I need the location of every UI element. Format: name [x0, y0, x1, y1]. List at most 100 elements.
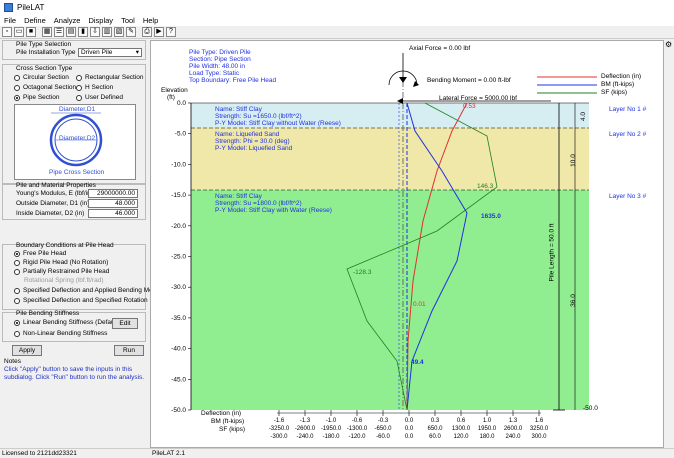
run-icon[interactable]: ▶: [154, 27, 164, 37]
y-tick-label: -15.0: [171, 192, 186, 199]
radio-icon: [14, 287, 20, 294]
cs-oct-label: Octagonal Section: [23, 84, 77, 91]
boundary-header: Boundary Conditions at Pile Head: [16, 242, 114, 249]
cs-user-radio[interactable]: User Defined: [76, 94, 123, 101]
legend-bm: BM (ft-kips): [601, 81, 635, 88]
cs-user-label: User Defined: [85, 94, 123, 101]
bend-nonlinear-label: Non-Linear Bending Stiffness: [23, 330, 108, 337]
radio-icon: [14, 268, 20, 275]
pile-icon[interactable]: ▮: [78, 27, 88, 37]
x-tick-label: 0.0: [405, 418, 414, 424]
menu-display[interactable]: Display: [84, 16, 117, 25]
radio-icon: [76, 74, 82, 81]
bend-linear-radio[interactable]: Linear Bending Stiffness (Default): [14, 319, 120, 326]
print-icon[interactable]: ⎙: [142, 27, 152, 37]
x-tick-label: 1.3: [509, 418, 518, 424]
pile-bottom-value: -50.0: [583, 405, 598, 412]
title-bar: PileLAT: [0, 0, 674, 14]
bm-low-annotation: 49.4: [411, 359, 424, 366]
bc-partial-radio[interactable]: Partially Restrained Pile Head: [14, 268, 109, 275]
table-icon[interactable]: ▤: [66, 27, 76, 37]
x-label-sf: SF (kips): [219, 426, 245, 433]
diagram-caption: Pipe Cross Section: [49, 169, 105, 176]
radio-icon: [14, 84, 20, 91]
pile-install-value: Driven Pile: [81, 49, 113, 56]
bend-nonlinear-radio[interactable]: Non-Linear Bending Stiffness: [14, 330, 107, 337]
menu-file[interactable]: File: [0, 16, 20, 25]
y-tick-label: -5.0: [175, 131, 187, 138]
cs-rect-label: Rectangular Section: [85, 74, 144, 81]
radio-icon: [14, 259, 20, 266]
settings-gear-icon[interactable]: ⚙: [665, 40, 672, 49]
pile-install-select[interactable]: Driven Pile ▾: [78, 48, 142, 57]
edit-button[interactable]: Edit: [112, 318, 138, 329]
cs-rect-radio[interactable]: Rectangular Section: [76, 74, 144, 81]
bc-rigid-label: Rigid Pile Head (No Rotation): [23, 259, 109, 266]
x-tick-label: 120.0: [453, 434, 469, 440]
layers-icon[interactable]: ☰: [54, 27, 64, 37]
outside-dia-input[interactable]: 48.000: [88, 199, 138, 208]
right-edge: ⚙: [664, 40, 674, 448]
pile-install-label: Pile Installation Type: [16, 49, 76, 56]
x-tick-label: 0.3: [431, 418, 440, 424]
radio-icon: [76, 84, 82, 91]
menu-bar: File Define Analyze Display Tool Help: [0, 14, 674, 26]
bc-free-radio[interactable]: Free Pile Head: [14, 250, 66, 257]
edit-icon[interactable]: ✎: [126, 27, 136, 37]
sf-neg-annotation: -128.3: [353, 269, 372, 276]
y-tick-label: 0.0: [177, 100, 186, 107]
axial-arrow-head: [399, 77, 407, 83]
radio-selected-icon: [14, 94, 20, 101]
save-icon[interactable]: ■: [26, 27, 36, 37]
open-file-icon[interactable]: ▭: [14, 27, 24, 37]
new-file-icon[interactable]: ▫: [2, 27, 12, 37]
cs-oct-radio[interactable]: Octagonal Section: [14, 84, 76, 91]
youngs-input[interactable]: 29000000.00: [88, 189, 138, 198]
top-defl-annotation: 0.53: [463, 103, 476, 110]
bc-spec-rot-radio[interactable]: Specified Deflection and Specified Rotat…: [14, 297, 148, 304]
soil-icon[interactable]: ▥: [102, 27, 112, 37]
menu-help[interactable]: Help: [139, 16, 162, 25]
menu-tool[interactable]: Tool: [117, 16, 139, 25]
y-tick-label: -40.0: [171, 346, 186, 353]
grid-icon[interactable]: ▦: [42, 27, 52, 37]
x-tick-label: -300.0: [270, 434, 288, 440]
info-boundary: Top Boundary: Free Pile Head: [189, 77, 277, 84]
x-tick-label: 0.6: [457, 418, 466, 424]
defl-annotation: 0.01: [413, 301, 426, 308]
diameter-d1-label: Diameter,D1: [59, 106, 96, 113]
menu-analyze[interactable]: Analyze: [50, 16, 85, 25]
info-section: Section: Pipe Section: [189, 56, 251, 63]
bc-spec-bm-radio[interactable]: Specified Deflection and Applied Bending…: [14, 287, 167, 294]
help-icon[interactable]: ?: [166, 27, 176, 37]
inside-dia-input[interactable]: 46.000: [88, 209, 138, 218]
outside-dia-label: Outside Diameter, D1 (in): [16, 200, 90, 207]
y-tick-label: -50.0: [171, 407, 186, 414]
y-tick-label: -45.0: [171, 376, 186, 383]
report-icon[interactable]: ▧: [114, 27, 124, 37]
radio-selected-icon: [14, 319, 20, 326]
sf-pos-annotation: 146.3: [477, 183, 494, 190]
youngs-label: Young's Modulus, E (lbf/in^2): [16, 190, 100, 197]
cross-section-header: Cross Section Type: [16, 65, 73, 72]
x-tick-label: 180.0: [479, 434, 495, 440]
run-button[interactable]: Run: [114, 345, 144, 356]
bc-rigid-radio[interactable]: Rigid Pile Head (No Rotation): [14, 259, 108, 266]
chevron-down-icon: ▾: [135, 49, 139, 56]
cs-pipe-radio[interactable]: Pipe Section: [14, 94, 60, 101]
axial-force-label: Axial Force = 0.00 lbf: [409, 45, 471, 52]
lateral-force-label: Lateral Force = 5000.00 lbf: [439, 95, 517, 102]
results-plot-panel: 0.0 -5.0 -10.0 -15.0 -20.0 -25.0 -30.0 -35.0 -40…: [150, 40, 664, 448]
cs-circular-radio[interactable]: Circular Section: [14, 74, 69, 81]
apply-button[interactable]: Apply: [12, 345, 42, 356]
load-icon[interactable]: ⇩: [90, 27, 100, 37]
x-tick-label: -650.0: [374, 426, 392, 432]
cs-h-radio[interactable]: H Section: [76, 84, 113, 91]
menu-define[interactable]: Define: [20, 16, 50, 25]
toolbar: ▫ ▭ ■ ▦ ☰ ▤ ▮ ⇩ ▥ ▧ ✎ ⎙ ▶ ?: [0, 26, 674, 39]
moment-arrow-head: [413, 81, 419, 87]
bc-rot-spring-label: Rotational Spring (lbf.ft/rad): [24, 277, 104, 284]
layer3-thickness: 36.0: [569, 294, 577, 307]
status-bar: Licensed to 2121dd23321 PileLAT 2.1: [0, 448, 674, 458]
info-load-type: Load Type: Static: [189, 70, 240, 77]
